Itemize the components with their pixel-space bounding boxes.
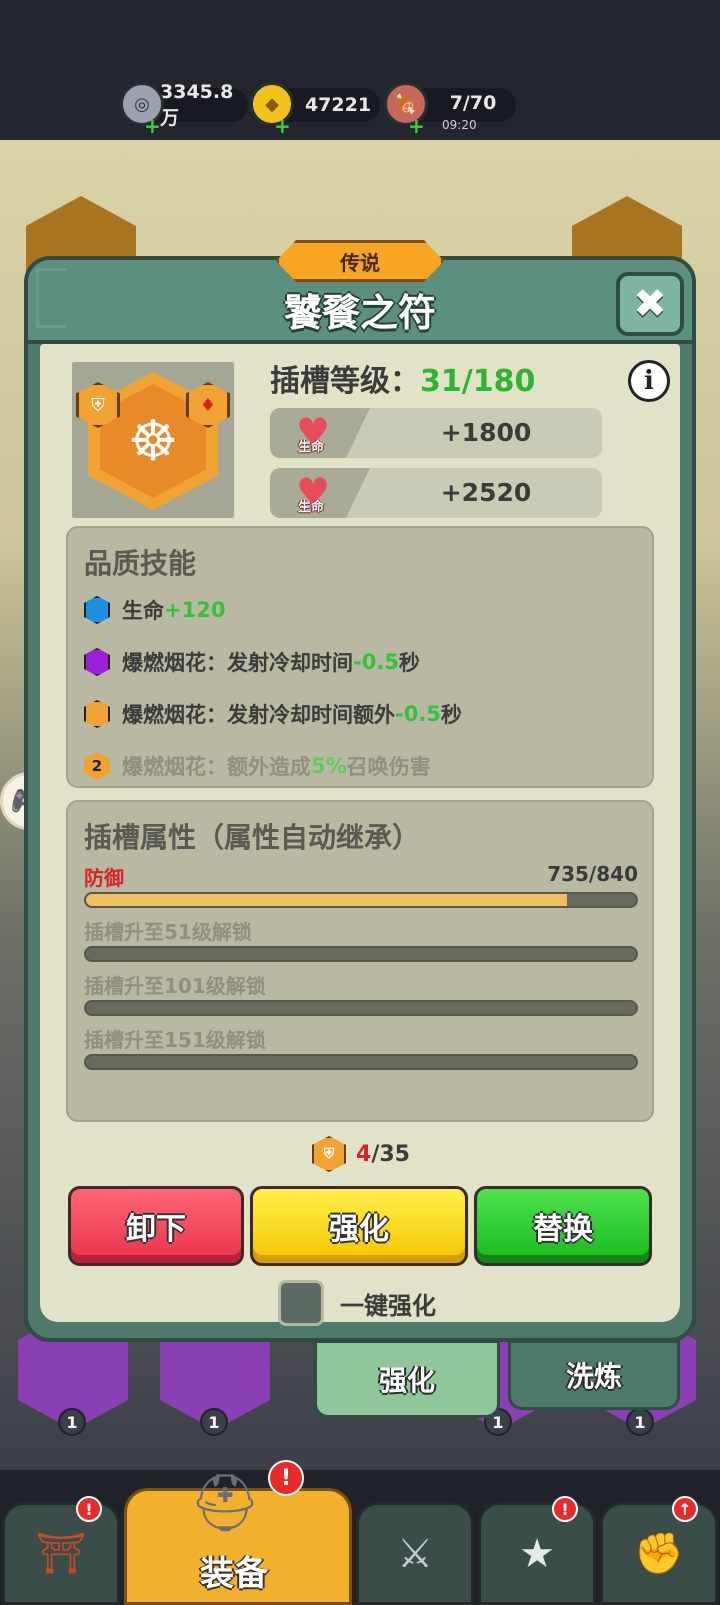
stamina-timer: 09:20 [442,118,477,132]
stamina-resource[interactable]: 🍖 7/70 09:20 + [384,82,516,138]
item-image-frame: ☸ ⛨ ♦ [72,362,234,518]
auto-enhance-checkbox[interactable] [278,1280,324,1326]
skill-row-locked: 2 爆燃烟花：额外造成 5% 召唤伤害 [84,748,431,784]
stat-row: ♥ 生命 +2520 [270,468,602,518]
silver-resource[interactable]: ◎ 3345.8万 + [120,81,248,138]
hero-icon: ★ [519,1530,555,1577]
item-title: 饕餮之符 [283,291,436,335]
replace-button[interactable]: 替换 [474,1186,652,1266]
slot-attributes-section: 插槽属性（属性自动继承） 防御 735/840 插槽升至51级解锁 插槽升至10… [66,800,654,1122]
info-icon: i [644,366,654,396]
skill-row: 爆燃烟花：发射冷却时间 -0.5 秒 [84,644,420,680]
skill-value: 5% [311,754,347,778]
alert-badge: ! [552,1496,578,1522]
tab-enhance[interactable]: 强化 [314,1340,500,1418]
stat-icon-label: 生命 [298,500,325,515]
rarity-tab: 传说 [276,240,444,282]
upgrade-arrow-icon: ↑ [672,1496,698,1522]
skill-value: -0.5 [395,702,441,726]
fist-icon: ✊ [634,1531,684,1577]
enhance-stone-icon: ⛨ [312,1136,346,1172]
nav-upgrade[interactable]: ✊ [600,1502,718,1605]
skill-suffix: 秒 [440,703,462,727]
info-button[interactable]: i [628,360,670,402]
locked-attribute-label: 插槽升至101级解锁 [84,974,266,998]
stamina-amount: 7/70 [449,92,497,114]
corner-ornament [36,268,66,328]
attribute-progress-fill [86,894,568,906]
nav-battle[interactable]: ⚔ [356,1502,474,1605]
alert-badge: ! [76,1496,102,1522]
gold-amount: 47221 [304,94,372,116]
attribute-name: 防御 [84,866,124,890]
purple-gem-icon [84,648,110,676]
skill-suffix: 秒 [398,651,420,675]
stat-value: +1800 [440,418,532,447]
unequip-button[interactable]: 卸下 [68,1186,244,1266]
nav-heroes[interactable]: ★ [478,1502,596,1605]
skill-text: 生命 [122,599,164,623]
cost-have: 4 [356,1141,372,1167]
locked-attribute-label: 插槽升至151级解锁 [84,1028,266,1052]
add-gold-icon[interactable]: + [274,114,291,138]
skill-suffix: 召唤伤害 [346,755,431,779]
silver-amount: 3345.8万 [160,80,234,129]
slot-level-badge: 1 [58,1408,86,1436]
locked-attribute-label: 插槽升至51级解锁 [84,920,252,944]
blue-gem-icon [84,596,110,624]
alert-badge: ! [268,1460,304,1496]
close-icon: ✖ [633,281,667,327]
locked-attribute-bar [84,946,638,962]
helmet-icon: ⛑ [189,1471,261,1536]
stat-value: +2520 [440,478,532,507]
orange-gem-icon [84,700,110,728]
locked-attribute-bar [84,1000,638,1016]
locked-gem-icon: 2 [84,752,110,780]
skill-text: 爆燃烟花：发射冷却时间额外 [122,703,395,727]
auto-enhance-label: 一键强化 [340,1292,436,1320]
skill-text: 爆燃烟花：额外造成 [122,755,311,779]
nav-shop[interactable]: ⛩ [2,1502,120,1605]
enhance-button[interactable]: 强化 [250,1186,468,1266]
section-title: 插槽属性（属性自动继承） [84,821,421,854]
section-title: 品质技能 [84,547,197,580]
slot-level-badge: 1 [626,1408,654,1436]
skill-row: 爆燃烟花：发射冷却时间额外 -0.5 秒 [84,696,462,732]
quality-skills-section: 品质技能 生命 +120 爆燃烟花：发射冷却时间 -0.5 秒 爆燃烟花：发射冷却时间… [66,526,654,788]
skill-text: 爆燃烟花：发射冷却时间 [122,651,353,675]
enhance-cost: ⛨ 4/35 [312,1134,410,1174]
shop-icon: ⛩ [35,1531,87,1577]
skill-row: 生命 +120 [84,592,225,628]
skill-value: +120 [164,598,226,622]
slot-level-value: 31/180 [420,364,536,399]
add-stamina-icon[interactable]: + [408,114,425,138]
attribute-progress-bar [84,892,638,908]
attribute-value: 735/840 [547,862,638,886]
slot-level: 插槽等级：31/180 [270,356,535,400]
stat-row: ♥ 生命 +1800 [270,408,602,458]
nav-equipment-label: 装备 [200,1554,268,1594]
skill-value: -0.5 [353,650,399,674]
locked-attribute-bar [84,1054,638,1070]
stat-icon-label: 生命 [298,440,325,455]
add-silver-icon[interactable]: + [144,114,161,138]
crossed-swords-icon: ⚔ [397,1530,433,1577]
gold-resource[interactable]: ◆ 47221 + [250,82,380,138]
slot-level-badge: 1 [200,1408,228,1436]
cost-need: /35 [371,1141,410,1167]
close-button[interactable]: ✖ [616,272,684,336]
tab-refine[interactable]: 洗炼 [508,1340,680,1410]
slot-level-label: 插槽等级： [270,364,420,399]
